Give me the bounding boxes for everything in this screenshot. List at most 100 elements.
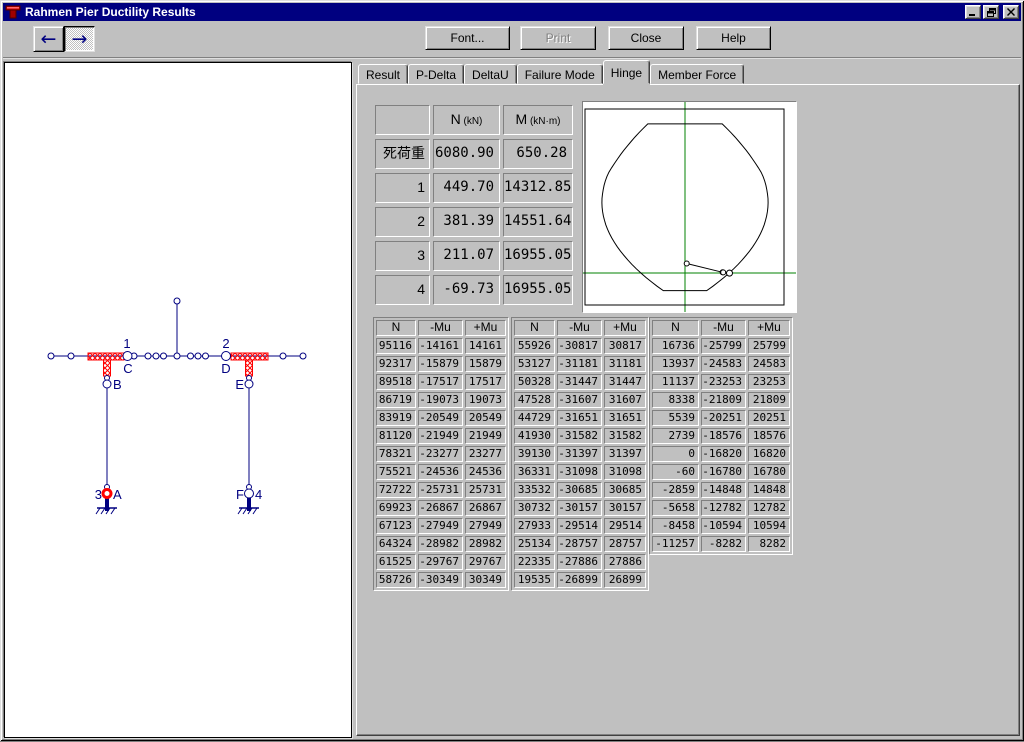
restore-button[interactable]	[983, 5, 999, 19]
n-value: 30732	[514, 500, 555, 516]
pos-mu-value: 30817	[604, 338, 646, 354]
label-hinge-4: 4	[255, 487, 262, 502]
back-arrow-icon: ←	[41, 28, 57, 50]
pos-mu-value: 28757	[604, 536, 646, 552]
pos-mu-value: 21949	[465, 428, 506, 444]
neg-mu-value: -17517	[418, 374, 463, 390]
mu-column-header: N	[376, 320, 416, 336]
n-value: 72722	[376, 482, 416, 498]
back-button[interactable]: ←	[33, 26, 64, 52]
summary-n-value: 6080.90	[433, 139, 500, 169]
neg-mu-value: -26899	[557, 572, 602, 588]
n-value: 5539	[652, 410, 699, 426]
neg-mu-value: -21809	[701, 392, 746, 408]
n-value: 75521	[376, 464, 416, 480]
n-value: 92317	[376, 356, 416, 372]
pos-mu-value: 16780	[748, 464, 790, 480]
close-button[interactable]	[1003, 5, 1019, 19]
n-value: 47528	[514, 392, 555, 408]
label-node-B: B	[113, 377, 122, 392]
neg-mu-value: -20549	[418, 410, 463, 426]
label-node-A: A	[113, 487, 122, 502]
n-value: -60	[652, 464, 699, 480]
n-value: 78321	[376, 446, 416, 462]
summary-m-value: 14312.85	[503, 173, 573, 203]
neg-mu-value: -29514	[557, 518, 602, 534]
forward-arrow-icon: →	[72, 28, 88, 50]
summary-row-label: 死荷重	[375, 139, 430, 169]
print-button[interactable]: Print	[520, 26, 596, 50]
pos-mu-value: 25799	[748, 338, 790, 354]
n-value: 33532	[514, 482, 555, 498]
tab-failure-mode[interactable]: Failure Mode	[517, 64, 603, 84]
pos-mu-value: 18576	[748, 428, 790, 444]
n-value: 11137	[652, 374, 699, 390]
help-button[interactable]: Help	[696, 26, 771, 50]
summary-column-header: N (kN)	[433, 105, 500, 135]
pos-mu-value: 10594	[748, 518, 790, 534]
n-value: 41930	[514, 428, 555, 444]
tab-result[interactable]: Result	[358, 64, 408, 84]
n-value: 64324	[376, 536, 416, 552]
restore-icon	[987, 8, 996, 17]
n-value: 44729	[514, 410, 555, 426]
n-value: 58726	[376, 572, 416, 588]
summary-m-value: 14551.64	[503, 207, 573, 237]
tab-member-force[interactable]: Member Force	[650, 64, 744, 84]
pos-mu-value: 31607	[604, 392, 646, 408]
neg-mu-value: -30349	[418, 572, 463, 588]
pos-mu-value: 8282	[748, 536, 790, 552]
n-value: 0	[652, 446, 699, 462]
hinge-zone-right	[231, 353, 268, 376]
font-button[interactable]: Font...	[425, 26, 510, 50]
n-value: 8338	[652, 392, 699, 408]
tab-hinge[interactable]: Hinge	[603, 60, 650, 84]
summary-corner-cell	[375, 105, 430, 135]
load-path-point	[721, 270, 726, 275]
close-dialog-button[interactable]: Close	[608, 26, 684, 50]
pos-mu-value: 27949	[465, 518, 506, 534]
neg-mu-value: -31447	[557, 374, 602, 390]
pos-mu-value: 30685	[604, 482, 646, 498]
neg-mu-value: -30685	[557, 482, 602, 498]
summary-row-label: 3	[375, 241, 430, 271]
pos-mu-value: 17517	[465, 374, 506, 390]
pos-mu-value: 27886	[604, 554, 646, 570]
summary-m-value: 16955.05	[503, 241, 573, 271]
neg-mu-value: -28982	[418, 536, 463, 552]
neg-mu-value: -31098	[557, 464, 602, 480]
n-value: 86719	[376, 392, 416, 408]
n-value: 25134	[514, 536, 555, 552]
tab-deltau[interactable]: DeltaU	[464, 64, 517, 84]
pos-mu-value: 20549	[465, 410, 506, 426]
minimize-button[interactable]	[965, 5, 981, 19]
neg-mu-value: -19073	[418, 392, 463, 408]
pos-mu-value: 30157	[604, 500, 646, 516]
tab-p-delta[interactable]: P-Delta	[408, 64, 464, 84]
n-value: 67123	[376, 518, 416, 534]
summary-column-header: M (kN·m)	[503, 105, 573, 135]
n-value: -8458	[652, 518, 699, 534]
capacity-table-1: N-Mu+Mu95116-141611416192317-15879158798…	[373, 317, 509, 591]
pier-structure-diagram: 1 C 2 D B E 3 A F 4	[5, 63, 351, 737]
mu-column-header: +Mu	[748, 320, 790, 336]
pos-mu-value: 31651	[604, 410, 646, 426]
pos-mu-value: 12782	[748, 500, 790, 516]
app-window: Rahmen Pier Ductility Results ← → Font..…	[0, 0, 1024, 741]
neg-mu-value: -31181	[557, 356, 602, 372]
pos-mu-value: 23277	[465, 446, 506, 462]
mu-column-header: -Mu	[557, 320, 602, 336]
label-node-C: C	[123, 361, 132, 376]
label-hinge-3: 3	[95, 487, 102, 502]
pos-mu-value: 30349	[465, 572, 506, 588]
minimize-icon	[969, 8, 977, 16]
app-icon	[5, 4, 21, 20]
pos-mu-value: 31397	[604, 446, 646, 462]
forward-button[interactable]: →	[64, 26, 95, 52]
neg-mu-value: -25731	[418, 482, 463, 498]
mu-column-header: -Mu	[701, 320, 746, 336]
summary-n-value: -69.73	[433, 275, 500, 305]
neg-mu-value: -24536	[418, 464, 463, 480]
pos-mu-value: 24583	[748, 356, 790, 372]
neg-mu-value: -28757	[557, 536, 602, 552]
